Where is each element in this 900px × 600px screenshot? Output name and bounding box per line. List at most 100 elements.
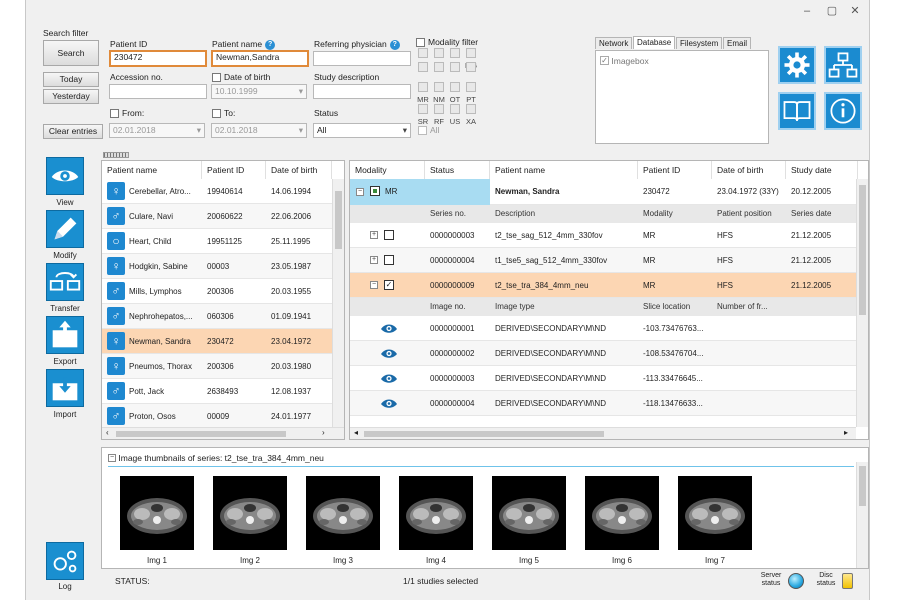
log-button[interactable] <box>46 542 84 580</box>
splitter-handle[interactable] <box>103 152 129 158</box>
scroll-thumb[interactable] <box>335 191 342 249</box>
image-thumbnail[interactable] <box>399 476 473 550</box>
transfer-button[interactable] <box>46 263 84 301</box>
imagebox-checkbox[interactable]: ✓ <box>600 56 609 66</box>
modality-checkbox[interactable] <box>434 48 444 58</box>
modality-checkbox[interactable] <box>450 48 460 58</box>
column-header[interactable]: Study date <box>786 161 858 179</box>
to-checkbox[interactable] <box>212 109 221 118</box>
status-select[interactable]: All ▾ <box>313 123 411 138</box>
scroll-left-icon[interactable]: ◂ <box>354 428 358 437</box>
modify-button[interactable] <box>46 210 84 248</box>
patient-list-scrollbar[interactable] <box>332 179 344 427</box>
modality-checkbox[interactable] <box>418 62 428 72</box>
tab-filesystem[interactable]: Filesystem <box>676 37 723 49</box>
series-row[interactable]: +0000000003 t2_tse_sag_512_4mm_330fov MR HF… <box>350 223 856 248</box>
referring-physician-input[interactable] <box>313 51 411 66</box>
chevron-down-icon[interactable]: ▾ <box>403 124 407 137</box>
tab-database[interactable]: Database <box>633 36 676 49</box>
table-row[interactable]: ♂ Pott, Jack 2638493 12.08.1937 <box>102 379 332 404</box>
search-button[interactable]: Search <box>43 40 99 66</box>
table-row[interactable]: ♂ Culare, Navi 20060622 22.06.2006 <box>102 204 332 229</box>
close-button[interactable]: ✕ <box>844 3 866 19</box>
manual-button[interactable] <box>778 92 816 130</box>
modality-checkbox[interactable] <box>434 104 444 114</box>
series-row[interactable]: +0000000004 t1_tse5_sag_512_4mm_330fov MR H… <box>350 248 856 273</box>
table-row[interactable]: ♀ Pneumos, Thorax 200306 20.03.1980 <box>102 354 332 379</box>
image-row[interactable]: 0000000003 DERIVED\SECONDARY\M\ND -113.334… <box>350 366 856 391</box>
image-row[interactable]: 0000000004 DERIVED\SECONDARY\M\ND -118.134… <box>350 391 856 416</box>
modality-checkbox[interactable] <box>466 48 476 58</box>
tab-network[interactable]: Network <box>595 37 633 49</box>
study-tree-hscrollbar[interactable]: ◂ ▸ <box>350 427 856 439</box>
modality-filter-checkbox[interactable] <box>416 38 425 47</box>
column-header[interactable]: Patient name <box>490 161 638 179</box>
eye-icon[interactable] <box>380 323 398 334</box>
export-button[interactable] <box>46 316 84 354</box>
maximize-button[interactable]: ▢ <box>821 3 843 19</box>
column-header[interactable]: Patient ID <box>638 161 712 179</box>
column-header[interactable]: Date of birth <box>266 161 332 179</box>
tab-email[interactable]: Email <box>723 37 752 49</box>
study-description-input[interactable] <box>313 84 411 99</box>
study-tree-scrollbar[interactable] <box>856 179 868 427</box>
collapse-icon[interactable]: − <box>108 453 116 462</box>
table-row[interactable]: ♀ Cerebellar, Atro... 19940614 14.06.1994 <box>102 179 332 204</box>
modality-checkbox[interactable] <box>450 104 460 114</box>
table-row[interactable]: ♀ Newman, Sandra 230472 23.04.1972 <box>102 329 332 354</box>
image-thumbnail[interactable] <box>585 476 659 550</box>
image-column-header[interactable]: Image type <box>490 298 638 316</box>
scroll-thumb[interactable] <box>859 185 866 315</box>
image-column-header[interactable]: Image no. <box>425 298 490 316</box>
accession-input[interactable] <box>109 84 207 99</box>
series-column-header[interactable]: Series date <box>786 205 858 223</box>
column-header[interactable]: Modality <box>350 161 425 179</box>
help-icon[interactable]: ? <box>265 39 276 50</box>
modality-checkbox[interactable] <box>418 48 428 58</box>
image-thumbnail[interactable] <box>213 476 287 550</box>
series-row[interactable]: − ✓ 0000000009 t2_tse_tra_384_4mm_neu MR HFS 2… <box>350 273 856 298</box>
column-header[interactable]: Status <box>425 161 490 179</box>
modality-checkbox[interactable] <box>450 82 460 92</box>
expand-icon[interactable]: + <box>370 231 378 239</box>
today-button[interactable]: Today <box>43 72 99 87</box>
calendar-dropdown-icon[interactable]: ▾ <box>299 85 303 98</box>
study-checkbox[interactable] <box>370 186 380 196</box>
image-column-header[interactable]: Number of fr... <box>712 298 786 316</box>
import-button[interactable] <box>46 369 84 407</box>
patient-id-input[interactable]: 230472 <box>109 50 207 67</box>
modality-checkbox[interactable] <box>434 62 444 72</box>
patient-name-input[interactable]: Newman,Sandra <box>211 50 309 67</box>
scroll-thumb[interactable] <box>116 431 286 437</box>
image-thumbnail[interactable] <box>678 476 752 550</box>
column-header[interactable]: Patient name <box>102 161 202 179</box>
image-column-header[interactable]: Slice location <box>638 298 712 316</box>
all-modalities-checkbox[interactable] <box>418 126 427 135</box>
modality-checkbox[interactable] <box>466 62 476 72</box>
modality-checkbox[interactable] <box>466 104 476 114</box>
eye-icon[interactable] <box>380 398 398 409</box>
dob-input[interactable]: 10.10.1999 ▾ <box>211 84 307 99</box>
scroll-right-icon[interactable]: ▸ <box>844 428 848 437</box>
settings-button[interactable] <box>778 46 816 84</box>
scroll-left-icon[interactable]: ‹ <box>106 428 109 437</box>
series-checkbox[interactable] <box>384 255 394 265</box>
column-header[interactable]: Patient ID <box>202 161 266 179</box>
table-row[interactable]: ♀ Hodgkin, Sabine 00003 23.05.1987 <box>102 254 332 279</box>
column-header[interactable]: Date of birth <box>712 161 786 179</box>
network-button[interactable] <box>824 46 862 84</box>
image-thumbnail[interactable] <box>492 476 566 550</box>
table-row[interactable]: ♂ Mills, Lymphos 200306 20.03.1955 <box>102 279 332 304</box>
table-row[interactable]: ○ Heart, Child 19951125 25.11.1995 <box>102 229 332 254</box>
dob-checkbox[interactable] <box>212 73 221 82</box>
help-icon[interactable]: ? <box>389 39 400 50</box>
collapse-icon[interactable]: − <box>370 281 378 289</box>
view-button[interactable] <box>46 157 84 195</box>
image-thumbnail[interactable] <box>120 476 194 550</box>
series-column-header[interactable]: Description <box>490 205 638 223</box>
modality-checkbox[interactable] <box>418 104 428 114</box>
study-row[interactable]: − MR Newman, Sandra 230472 23.04.1972 (33Y) 2… <box>350 179 856 205</box>
series-column-header[interactable]: Patient position <box>712 205 786 223</box>
info-button[interactable] <box>824 92 862 130</box>
series-checkbox[interactable] <box>384 230 394 240</box>
